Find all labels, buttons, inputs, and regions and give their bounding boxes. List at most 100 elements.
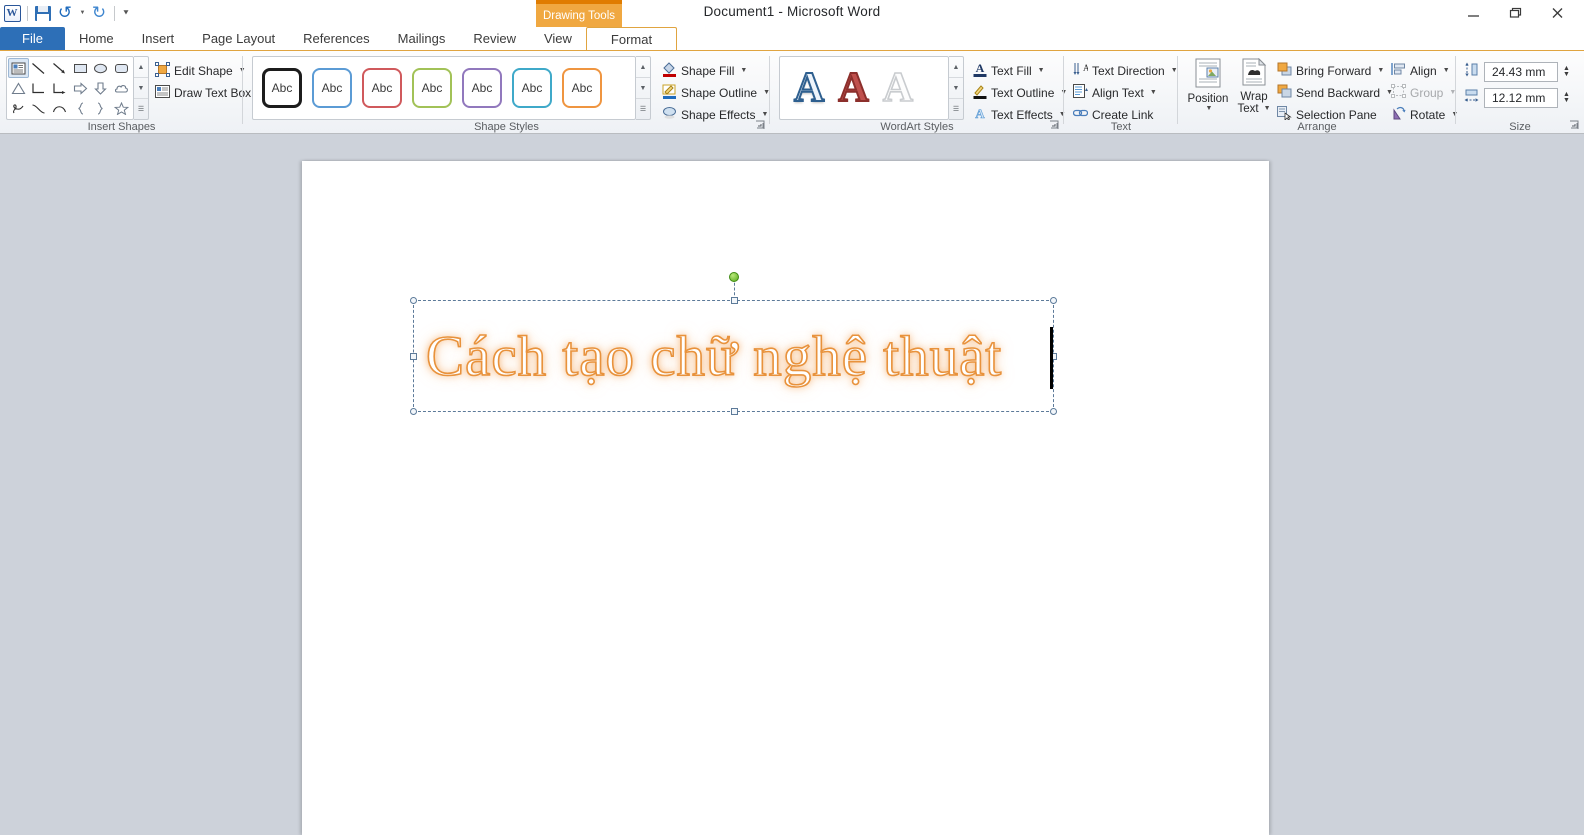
shape-scribble-icon[interactable] <box>8 98 29 118</box>
document-canvas[interactable]: Cách tạo chữ nghệ thuật <box>0 134 1584 835</box>
tab-page-layout[interactable]: Page Layout <box>188 27 289 50</box>
resize-handle-bottom-right[interactable] <box>1050 408 1057 415</box>
shape-rounded-rectangle-icon[interactable] <box>111 58 132 78</box>
shape-right-brace-icon[interactable] <box>91 98 112 118</box>
shape-line-icon[interactable] <box>29 58 50 78</box>
shape-style-red[interactable]: Abc <box>362 68 402 108</box>
text-cursor <box>1050 327 1053 389</box>
shape-width-input[interactable]: 12.12 mm <box>1484 88 1558 108</box>
gallery-more-button[interactable]: ☰ <box>636 99 650 119</box>
shape-cloud-icon[interactable] <box>111 78 132 98</box>
shape-width-stepper[interactable]: ▲ ▼ <box>1563 91 1575 104</box>
shape-styles-gallery[interactable]: Abc Abc Abc Abc Abc Abc Abc <box>252 56 636 120</box>
shape-style-black[interactable]: Abc <box>262 68 302 108</box>
wordart-styles-dialog-launcher[interactable] <box>1049 120 1060 131</box>
text-outline-button[interactable]: Text Outline ▼ <box>970 82 1070 103</box>
text-direction-button[interactable]: A Text Direction ▼ <box>1070 60 1181 81</box>
gallery-scroll-up-button[interactable]: ▲ <box>949 57 963 78</box>
svg-text:A: A <box>975 106 985 121</box>
shape-text-box-icon[interactable] <box>8 58 29 78</box>
text-outline-label: Text Outline <box>991 85 1055 100</box>
resize-handle-bottom-left[interactable] <box>410 408 417 415</box>
gallery-scroll-down-button[interactable]: ▼ <box>636 78 650 99</box>
position-button[interactable]: Position ▼ <box>1184 55 1232 112</box>
tab-mailings[interactable]: Mailings <box>384 27 460 50</box>
restore-button[interactable] <box>1494 2 1536 24</box>
shapes-gallery[interactable] <box>6 56 134 120</box>
wordart-preview-blue-outline[interactable]: A <box>793 64 825 112</box>
wrap-text-icon <box>1240 57 1268 91</box>
align-button[interactable]: Align ▼ <box>1388 60 1453 81</box>
shape-arrow-icon[interactable] <box>49 58 70 78</box>
shapes-gallery-scroll[interactable]: ▲ ▼ ☰ <box>134 56 149 120</box>
shape-style-purple[interactable]: Abc <box>462 68 502 108</box>
chevron-down-icon: ▼ <box>1377 67 1385 74</box>
text-fill-button[interactable]: A Text Fill ▼ <box>970 60 1048 81</box>
gallery-more-button[interactable]: ☰ <box>134 99 148 119</box>
resize-handle-top-center[interactable] <box>731 297 738 304</box>
shape-outline-label: Shape Outline <box>681 85 758 100</box>
send-backward-button[interactable]: Send Backward ▼ <box>1274 82 1396 103</box>
shape-right-arrow-icon[interactable] <box>70 78 91 98</box>
ribbon-group-insert-shapes: ▲ ▼ ☰ Edit Shape Draw Text Box Insert Sh… <box>0 51 251 134</box>
shape-style-blue[interactable]: Abc <box>312 68 352 108</box>
align-text-button[interactable]: Align Text ▼ <box>1070 82 1160 103</box>
stepper-down-icon[interactable]: ▼ <box>1563 71 1575 78</box>
bring-forward-button[interactable]: Bring Forward ▼ <box>1274 60 1387 81</box>
wordart-gallery-scroll[interactable]: ▲ ▼ ☰ <box>949 56 964 120</box>
gallery-more-button[interactable]: ☰ <box>949 99 963 119</box>
tab-insert[interactable]: Insert <box>128 27 189 50</box>
wordart-styles-gallery[interactable]: A A A <box>779 56 949 120</box>
shape-elbow-arrow-connector-icon[interactable] <box>49 78 70 98</box>
shape-down-arrow-icon[interactable] <box>91 78 112 98</box>
resize-handle-top-right[interactable] <box>1050 297 1057 304</box>
gallery-scroll-down-button[interactable]: ▼ <box>949 78 963 99</box>
shape-arc-icon[interactable] <box>49 98 70 118</box>
tab-view[interactable]: View <box>530 27 586 50</box>
shape-outline-button[interactable]: Shape Outline ▼ <box>659 82 773 103</box>
chevron-down-icon: ▼ <box>761 111 769 118</box>
shape-left-brace-icon[interactable] <box>70 98 91 118</box>
shape-elbow-connector-icon[interactable] <box>29 78 50 98</box>
shape-styles-dialog-launcher[interactable] <box>755 120 766 131</box>
document-page[interactable]: Cách tạo chữ nghệ thuật <box>302 161 1269 835</box>
wordart-preview-white-outline[interactable]: A <box>882 64 914 112</box>
shape-styles-gallery-scroll[interactable]: ▲ ▼ ☰ <box>636 56 651 120</box>
resize-handle-bottom-center[interactable] <box>731 408 738 415</box>
shape-fill-button[interactable]: Shape Fill ▼ <box>659 60 750 81</box>
shape-height-stepper[interactable]: ▲ ▼ <box>1563 65 1575 78</box>
tab-home[interactable]: Home <box>65 27 128 50</box>
size-dialog-launcher[interactable] <box>1569 120 1580 131</box>
minimize-button[interactable] <box>1452 2 1494 24</box>
shape-height-input[interactable]: 24.43 mm <box>1484 62 1558 82</box>
wordart-text[interactable]: Cách tạo chữ nghệ thuật <box>425 317 1051 397</box>
close-button[interactable] <box>1536 2 1578 24</box>
resize-handle-top-left[interactable] <box>410 297 417 304</box>
resize-handle-middle-left[interactable] <box>410 353 417 360</box>
gallery-scroll-up-button[interactable]: ▲ <box>636 57 650 78</box>
rotation-handle[interactable] <box>728 272 739 282</box>
gallery-scroll-up-button[interactable]: ▲ <box>134 57 148 78</box>
shape-style-green[interactable]: Abc <box>412 68 452 108</box>
shape-style-orange[interactable]: Abc <box>562 68 602 108</box>
create-link-icon <box>1072 107 1089 122</box>
wrap-text-button[interactable]: Wrap Text ▼ <box>1230 55 1278 115</box>
tab-file[interactable]: File <box>0 27 65 50</box>
shape-triangle-icon[interactable] <box>8 78 29 98</box>
wordart-preview-red-fill[interactable]: A <box>837 64 869 112</box>
shape-rectangle-icon[interactable] <box>70 58 91 78</box>
tab-references[interactable]: References <box>289 27 383 50</box>
edit-shape-button[interactable]: Edit Shape ▼ <box>152 60 249 81</box>
tab-format[interactable]: Format <box>585 27 678 50</box>
group-label-insert-shapes: Insert Shapes <box>87 121 156 133</box>
shape-oval-icon[interactable] <box>91 58 112 78</box>
shape-style-teal[interactable]: Abc <box>512 68 552 108</box>
draw-text-box-button[interactable]: Draw Text Box <box>152 82 254 103</box>
gallery-scroll-down-button[interactable]: ▼ <box>134 78 148 99</box>
shape-curve-icon[interactable] <box>29 98 50 118</box>
tab-review[interactable]: Review <box>459 27 530 50</box>
stepper-down-icon[interactable]: ▼ <box>1563 97 1575 104</box>
align-text-label: Align Text <box>1092 85 1144 100</box>
shape-star-icon[interactable] <box>111 98 132 118</box>
wordart-selection-box[interactable]: Cách tạo chữ nghệ thuật <box>410 272 1057 415</box>
